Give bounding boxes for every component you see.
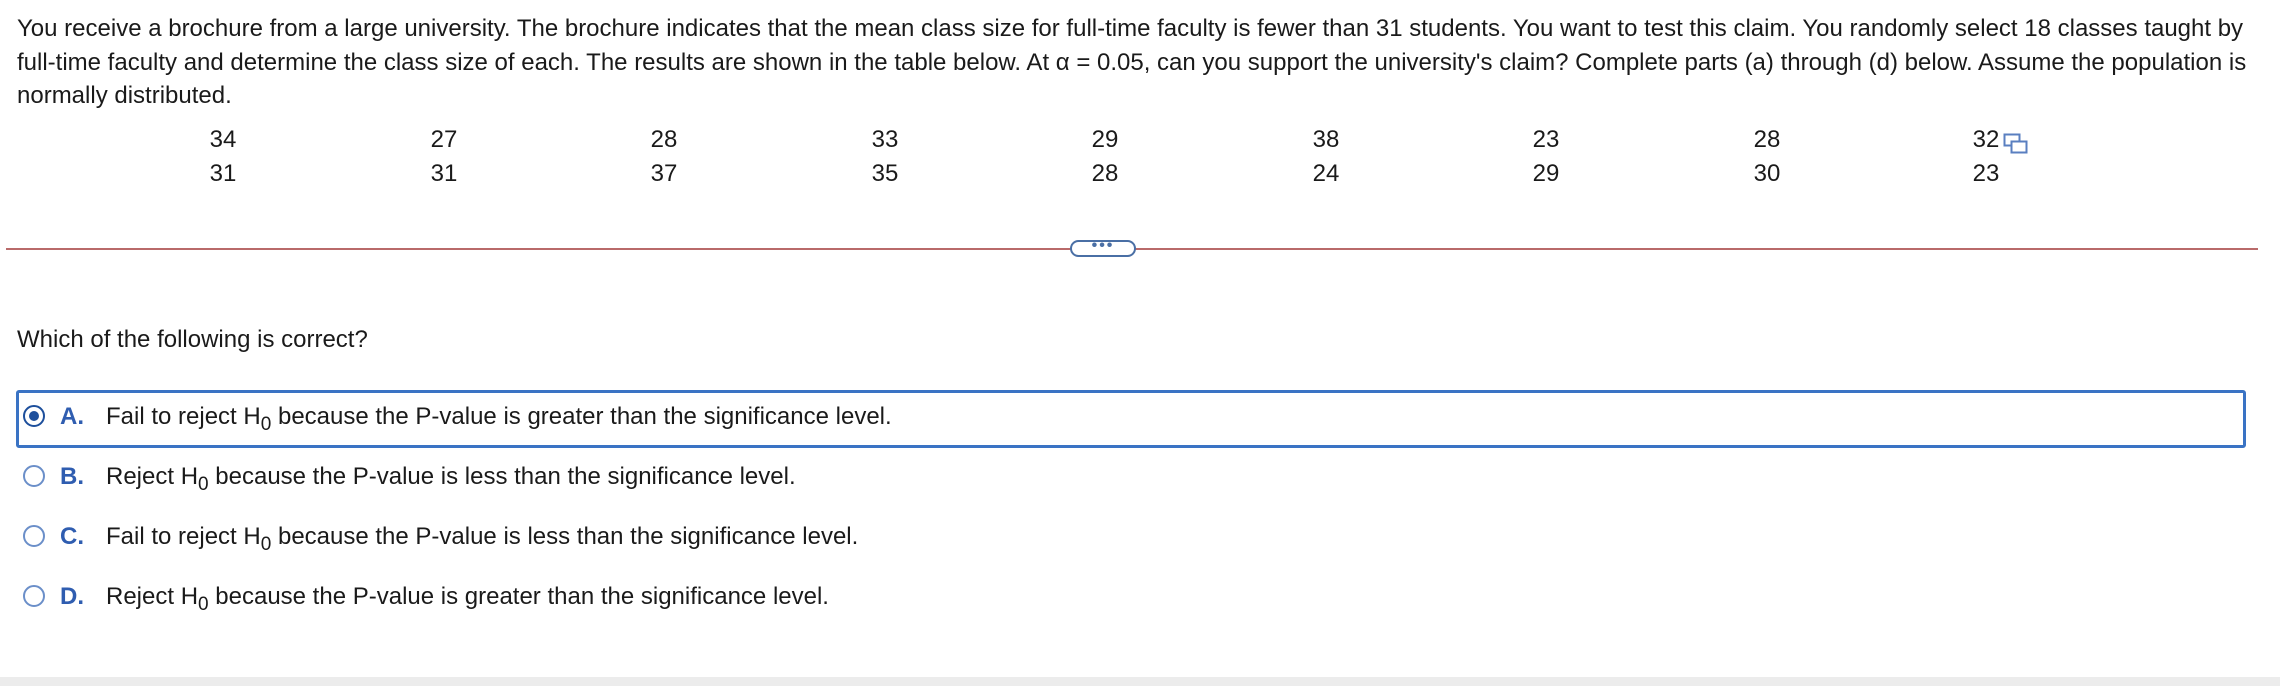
table-cell: 30 [1753, 160, 1781, 187]
radio-selected-dot [29, 411, 39, 421]
expand-button[interactable]: ••• [1070, 237, 1136, 257]
table-cell: 33 [871, 126, 899, 153]
problem-statement: You receive a brochure from a large univ… [17, 15, 2247, 109]
data-table: 34 27 28 33 29 38 23 28 32 31 31 37 35 2… [0, 124, 2280, 194]
table-cell: 35 [871, 160, 899, 187]
choice-text: Reject H0 because the P-value is greater… [106, 583, 829, 615]
choice-letter: B. [60, 463, 84, 490]
choice-c[interactable]: C. Fail to reject H0 because the P-value… [16, 510, 2246, 568]
table-cell: 38 [1312, 126, 1340, 153]
table-cell: 23 [1532, 126, 1560, 153]
table-cell: 28 [1753, 126, 1781, 153]
choice-text: Fail to reject H0 because the P-value is… [106, 523, 859, 555]
choice-letter: A. [60, 403, 84, 430]
radio-button-icon[interactable] [23, 585, 45, 607]
choice-letter: C. [60, 523, 84, 550]
table-cell: 31 [430, 160, 458, 187]
table-cell: 28 [650, 126, 678, 153]
table-cell: 23 [1972, 160, 2000, 187]
choice-letter: D. [60, 583, 84, 610]
table-cell: 34 [209, 126, 237, 153]
table-cell: 24 [1312, 160, 1340, 187]
choice-d[interactable]: D. Reject H0 because the P-value is grea… [16, 570, 2246, 628]
table-cell: 31 [209, 160, 237, 187]
table-cell: 27 [430, 126, 458, 153]
radio-button-icon[interactable] [23, 465, 45, 487]
question-prompt: Which of the following is correct? [17, 326, 368, 353]
copy-data-icon[interactable] [2003, 133, 2029, 155]
radio-button-icon[interactable] [23, 525, 45, 547]
choice-a[interactable]: A. Fail to reject H0 because the P-value… [16, 390, 2246, 448]
choice-text: Fail to reject H0 because the P-value is… [106, 403, 892, 435]
table-cell: 29 [1532, 160, 1560, 187]
table-cell: 29 [1091, 126, 1119, 153]
radio-button-icon[interactable] [23, 405, 45, 427]
choice-b[interactable]: B. Reject H0 because the P-value is less… [16, 450, 2246, 508]
table-cell: 28 [1091, 160, 1119, 187]
choice-text: Reject H0 because the P-value is less th… [106, 463, 796, 495]
table-cell: 37 [650, 160, 678, 187]
bottom-bar [0, 677, 2280, 686]
